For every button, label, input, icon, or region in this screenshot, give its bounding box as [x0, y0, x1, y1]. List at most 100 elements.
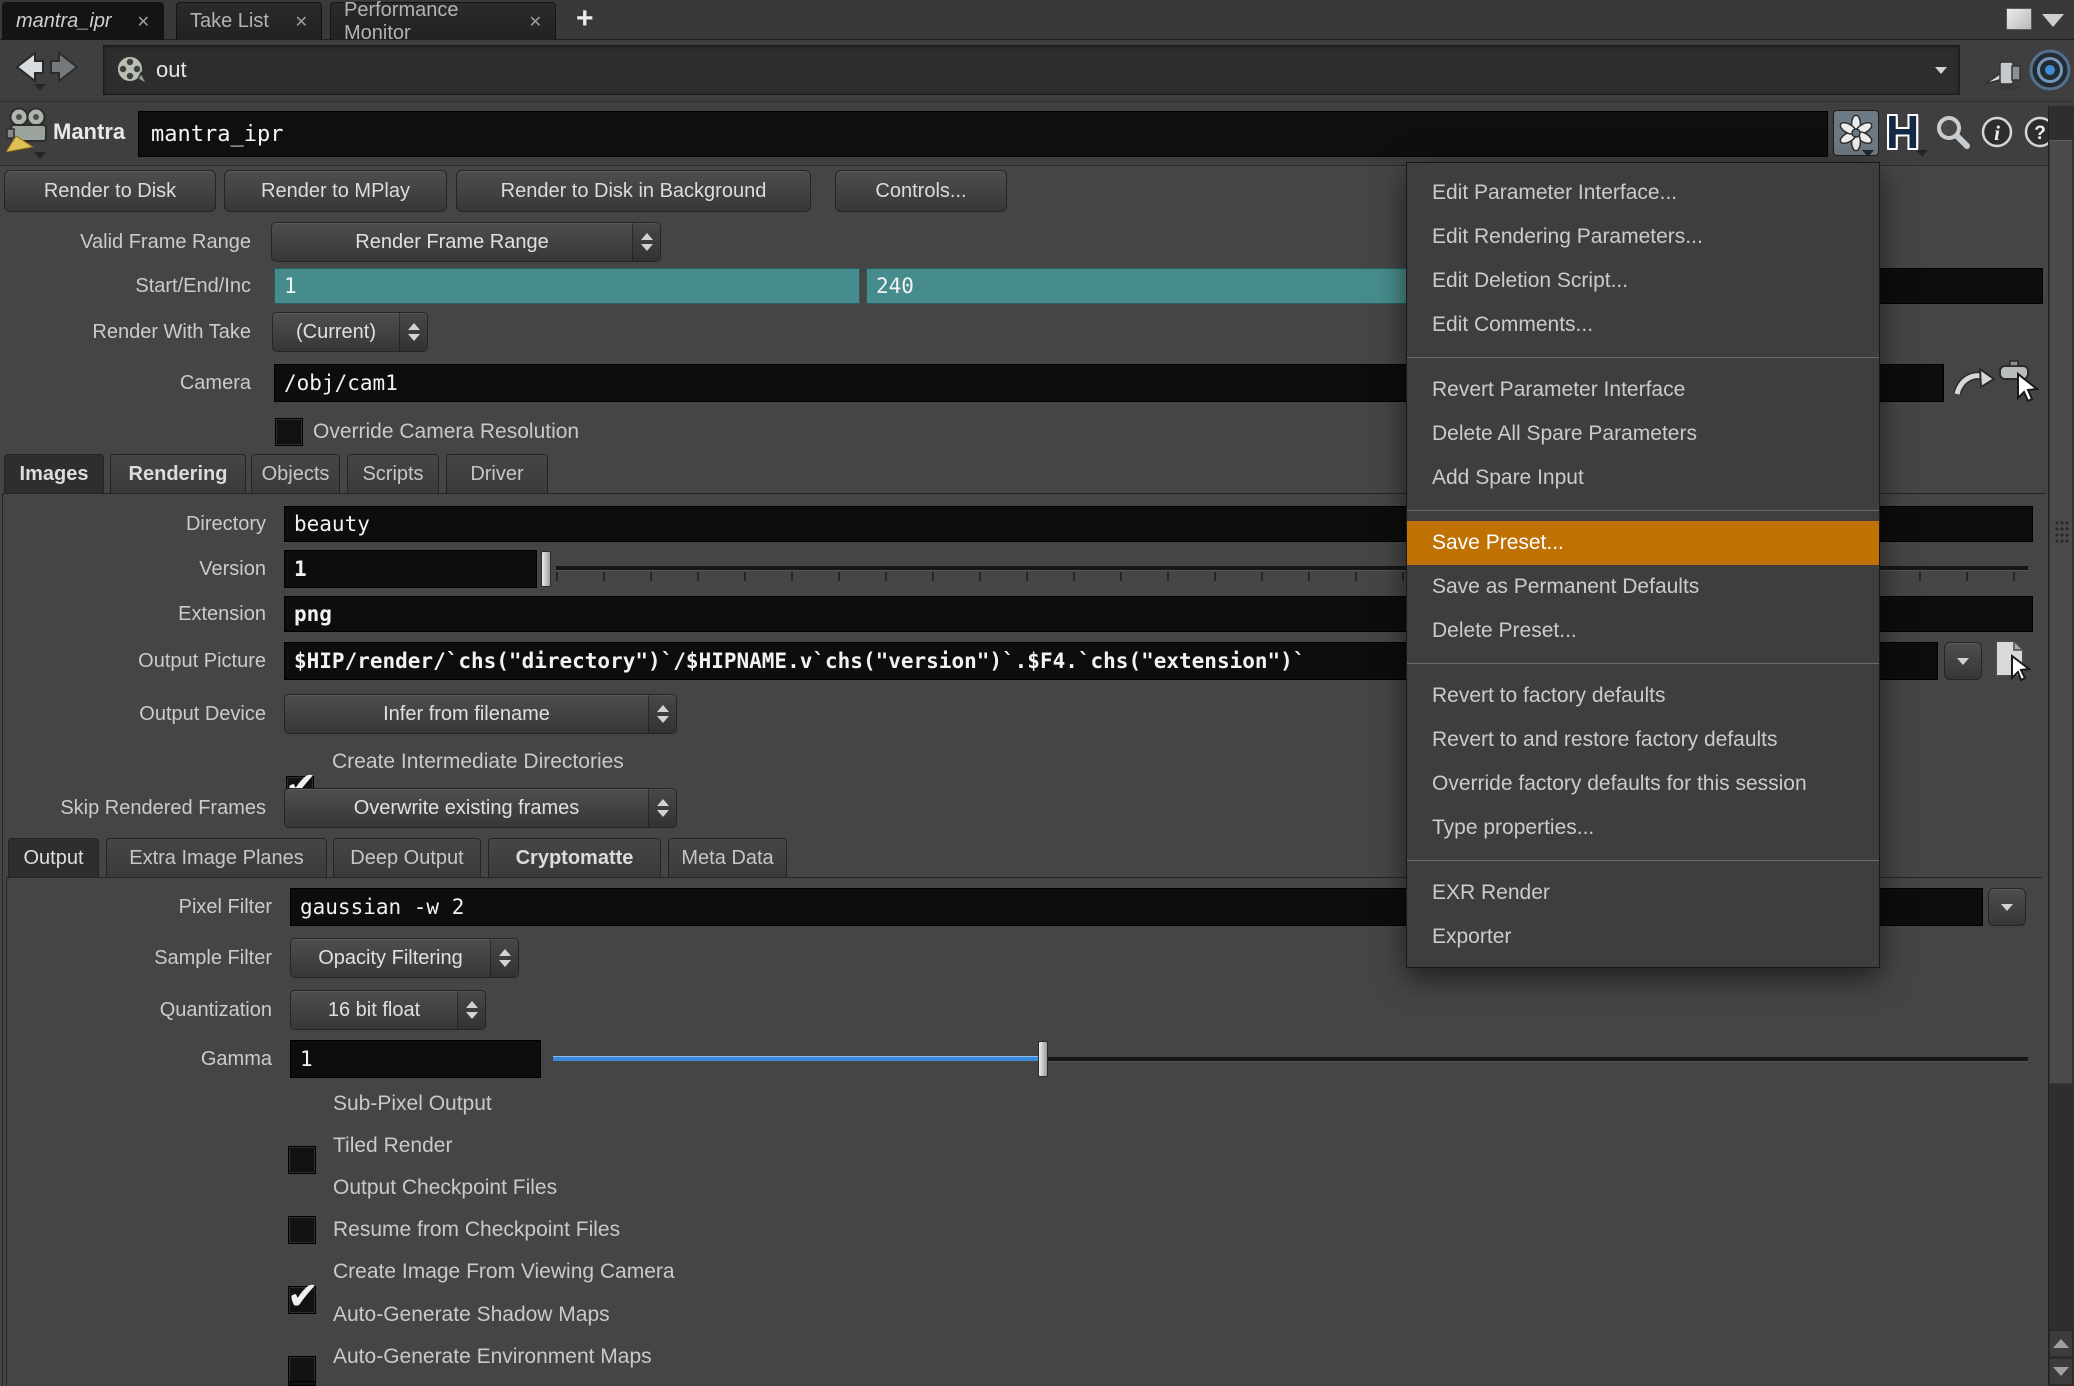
- menu-separator: [1407, 663, 1879, 664]
- tab-driver[interactable]: Driver: [446, 454, 548, 494]
- menu-item-edit-rendering-parameters[interactable]: Edit Rendering Parameters...: [1407, 215, 1879, 259]
- path-nav-bar: out: [0, 40, 2074, 102]
- sample-filter-label: Sample Filter: [0, 938, 272, 978]
- jump-to-operator-icon[interactable]: [1951, 362, 1995, 404]
- output-checkpoint-files-checkbox[interactable]: [288, 1286, 316, 1314]
- menu-item-override-factory-defaults-for-this-session[interactable]: Override factory defaults for this sessi…: [1407, 762, 1879, 806]
- close-icon[interactable]: ✕: [137, 12, 150, 32]
- version-field[interactable]: 1: [284, 550, 537, 588]
- menu-item-delete-all-spare-parameters[interactable]: Delete All Spare Parameters: [1407, 412, 1879, 456]
- tab-deep-output[interactable]: Deep Output: [333, 838, 481, 878]
- houdini-logo-caret-icon: [1916, 150, 1928, 157]
- mantra-node-icon[interactable]: [6, 106, 50, 158]
- spinner-arrows-icon[interactable]: [648, 789, 676, 827]
- spinner-arrows-icon[interactable]: [490, 939, 518, 977]
- new-tab-button[interactable]: +: [576, 1, 594, 37]
- maximize-pane-icon[interactable]: [2006, 8, 2032, 30]
- spinner-arrows-icon[interactable]: [632, 223, 660, 261]
- override-camera-resolution-checkbox[interactable]: [275, 418, 303, 446]
- scroll-down-button[interactable]: [2049, 1358, 2073, 1385]
- menu-item-save-preset[interactable]: Save Preset...: [1407, 521, 1879, 565]
- sub-pixel-output-checkbox[interactable]: [288, 1146, 316, 1174]
- info-icon[interactable]: i: [1980, 115, 2014, 149]
- spinner-arrows-icon[interactable]: [399, 313, 427, 351]
- quantization-dropdown[interactable]: 16 bit float: [290, 990, 486, 1030]
- window-tab-mantra-ipr[interactable]: mantra_ipr ✕: [2, 2, 164, 40]
- scrollbar-thumb[interactable]: [2049, 140, 2073, 1084]
- vertical-scrollbar[interactable]: [2048, 106, 2074, 1386]
- window-tab-label: Performance Monitor: [344, 0, 511, 45]
- back-arrow-icon[interactable]: [8, 48, 46, 86]
- gamma-slider-track[interactable]: [1048, 1057, 2028, 1061]
- pixel-filter-menu-button[interactable]: [1988, 888, 2026, 926]
- pane-menu-arrow-icon[interactable]: [2042, 14, 2064, 27]
- sub-pixel-output-label: Sub-Pixel Output: [333, 1090, 492, 1118]
- follow-selection-icon[interactable]: [2028, 45, 2072, 95]
- render-to-disk-button[interactable]: Render to Disk: [4, 170, 216, 212]
- forward-arrow-icon[interactable]: [48, 48, 86, 86]
- spinner-arrows-icon[interactable]: [648, 695, 676, 733]
- valid-frame-range-dropdown[interactable]: Render Frame Range: [271, 222, 661, 262]
- tab-scripts[interactable]: Scripts: [347, 454, 439, 494]
- menu-item-add-spare-input[interactable]: Add Spare Input: [1407, 456, 1879, 500]
- menu-item-exr-render[interactable]: EXR Render: [1407, 871, 1879, 915]
- menu-item-revert-to-and-restore-factory-defaults[interactable]: Revert to and restore factory defaults: [1407, 718, 1879, 762]
- render-to-mplay-button[interactable]: Render to MPlay: [224, 170, 447, 212]
- file-chooser-icon[interactable]: [1988, 638, 2034, 682]
- houdini-help-logo[interactable]: H: [1886, 108, 1919, 156]
- sample-filter-dropdown[interactable]: Opacity Filtering: [290, 938, 519, 978]
- output-checkpoint-files-label: Output Checkpoint Files: [333, 1174, 557, 1202]
- menu-item-revert-to-factory-defaults[interactable]: Revert to factory defaults: [1407, 674, 1879, 718]
- path-dropdown-arrow-icon[interactable]: [1935, 67, 1947, 74]
- menu-item-edit-comments[interactable]: Edit Comments...: [1407, 303, 1879, 347]
- window-tab-label: mantra_ipr: [16, 10, 112, 33]
- pin-icon[interactable]: [1982, 46, 2026, 96]
- render-with-take-dropdown[interactable]: (Current): [272, 312, 428, 352]
- menu-item-edit-deletion-script[interactable]: Edit Deletion Script...: [1407, 259, 1879, 303]
- skip-rendered-frames-dropdown[interactable]: Overwrite existing frames: [284, 788, 677, 828]
- frame-start-field[interactable]: 1: [274, 268, 860, 304]
- window-tab-take-list[interactable]: Take List ✕: [176, 2, 322, 40]
- output-picture-menu-button[interactable]: [1944, 642, 1982, 680]
- menu-item-exporter[interactable]: Exporter: [1407, 915, 1879, 959]
- menu-separator: [1407, 510, 1879, 511]
- node-type-label: Mantra: [53, 119, 125, 145]
- tab-cryptomatte[interactable]: Cryptomatte: [488, 838, 661, 878]
- menu-item-save-as-permanent-defaults[interactable]: Save as Permanent Defaults: [1407, 565, 1879, 609]
- tab-rendering[interactable]: Rendering: [110, 454, 246, 494]
- search-icon[interactable]: [1934, 114, 1972, 152]
- controls-button[interactable]: Controls...: [835, 170, 1007, 212]
- scroll-up-button[interactable]: [2049, 1330, 2073, 1357]
- output-device-dropdown[interactable]: Infer from filename: [284, 694, 677, 734]
- frame-end-field[interactable]: 240: [866, 268, 1452, 304]
- gamma-slider-handle[interactable]: [1038, 1041, 1048, 1077]
- window-tab-performance-monitor[interactable]: Performance Monitor ✕: [330, 2, 556, 40]
- select-operator-icon[interactable]: [1996, 358, 2042, 404]
- gamma-slider-filled-track[interactable]: [553, 1056, 1038, 1061]
- tab-images[interactable]: Images: [4, 454, 104, 494]
- valid-frame-range-label: Valid Frame Range: [0, 222, 251, 262]
- tab-output[interactable]: Output: [8, 838, 99, 878]
- gamma-field[interactable]: 1: [290, 1040, 541, 1078]
- history-arrow-icon[interactable]: [34, 84, 46, 91]
- version-slider-handle[interactable]: [541, 551, 551, 587]
- render-with-take-label: Render With Take: [0, 312, 251, 352]
- path-field[interactable]: out: [103, 45, 1960, 95]
- spinner-arrows-icon[interactable]: [457, 991, 485, 1029]
- close-icon[interactable]: ✕: [529, 12, 542, 32]
- partial-checkbox[interactable]: [288, 1381, 316, 1386]
- node-name-field[interactable]: mantra_ipr: [138, 111, 1828, 157]
- close-icon[interactable]: ✕: [295, 12, 308, 32]
- render-with-take-value: (Current): [296, 321, 376, 344]
- render-to-disk-in-background-button[interactable]: Render to Disk in Background: [456, 170, 811, 212]
- menu-item-type-properties[interactable]: Type properties...: [1407, 806, 1879, 850]
- tab-objects[interactable]: Objects: [251, 454, 340, 494]
- node-menu-caret-icon: [34, 152, 46, 159]
- tiled-render-checkbox[interactable]: [288, 1216, 316, 1244]
- resume-from-checkpoint-files-checkbox[interactable]: [288, 1356, 316, 1384]
- menu-item-revert-parameter-interface[interactable]: Revert Parameter Interface: [1407, 368, 1879, 412]
- tab-extra-image-planes[interactable]: Extra Image Planes: [106, 838, 327, 878]
- tab-meta-data[interactable]: Meta Data: [668, 838, 787, 878]
- menu-item-edit-parameter-interface[interactable]: Edit Parameter Interface...: [1407, 171, 1879, 215]
- menu-item-delete-preset[interactable]: Delete Preset...: [1407, 609, 1879, 653]
